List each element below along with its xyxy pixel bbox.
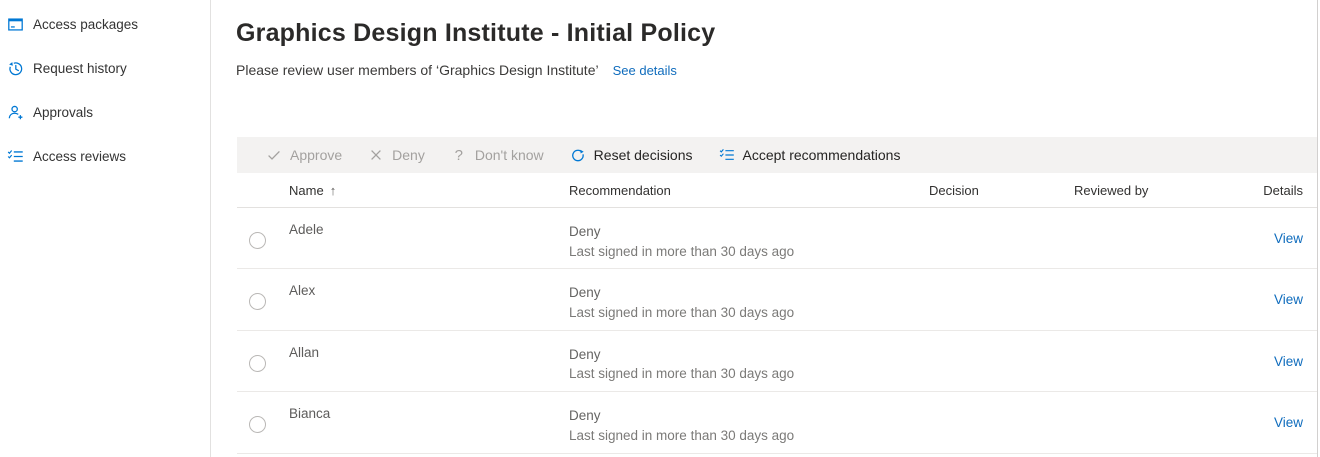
row-recommendation: Deny Last signed in more than 30 days ag…: [561, 392, 921, 452]
row-name: Bianca: [281, 392, 561, 452]
dont-know-label: Don't know: [475, 147, 544, 163]
view-details-link[interactable]: View: [1274, 415, 1303, 430]
deny-button: Deny: [355, 137, 438, 173]
request-history-icon: [7, 60, 24, 77]
table-row: Bianca Deny Last signed in more than 30 …: [237, 392, 1317, 453]
row-decision: [921, 392, 1066, 452]
table-row: Allan Deny Last signed in more than 30 d…: [237, 331, 1317, 392]
access-reviews-page: Access packages Request history Approv: [0, 0, 1320, 457]
table-row: Alex Deny Last signed in more than 30 da…: [237, 269, 1317, 330]
x-icon: [368, 147, 384, 163]
recommendation-value: Deny: [569, 345, 921, 365]
row-reviewed-by: [1066, 208, 1211, 268]
view-details-link[interactable]: View: [1274, 231, 1303, 246]
row-radio-button[interactable]: [249, 232, 266, 249]
recommendation-detail: Last signed in more than 30 days ago: [569, 426, 921, 446]
approvals-icon: [7, 104, 24, 121]
row-decision: [921, 208, 1066, 268]
sidebar-item-access-packages[interactable]: Access packages: [0, 2, 210, 46]
approve-button: Approve: [253, 137, 355, 173]
column-header-decision[interactable]: Decision: [921, 183, 1066, 198]
row-reviewed-by: [1066, 269, 1211, 329]
row-radio-button[interactable]: [249, 416, 266, 433]
row-recommendation: Deny Last signed in more than 30 days ag…: [561, 331, 921, 391]
sidebar-item-label: Access reviews: [33, 149, 126, 164]
question-icon: ?: [451, 147, 467, 164]
view-details-link[interactable]: View: [1274, 354, 1303, 369]
row-name: Alex: [281, 269, 561, 329]
see-details-link[interactable]: See details: [613, 63, 677, 78]
row-decision: [921, 269, 1066, 329]
row-reviewed-by: [1066, 331, 1211, 391]
view-details-link[interactable]: View: [1274, 292, 1303, 307]
checklist-icon: [719, 147, 735, 163]
row-radio-button[interactable]: [249, 293, 266, 310]
column-header-recommendation[interactable]: Recommendation: [561, 183, 921, 198]
row-name: Allan: [281, 331, 561, 391]
row-recommendation: Deny Last signed in more than 30 days ag…: [561, 208, 921, 268]
sidebar-item-request-history[interactable]: Request history: [0, 46, 210, 90]
table-header: Name↑ Recommendation Decision Reviewed b…: [237, 173, 1317, 208]
recommendation-detail: Last signed in more than 30 days ago: [569, 364, 921, 384]
reset-decisions-label: Reset decisions: [594, 147, 693, 163]
sidebar-item-label: Access packages: [33, 17, 138, 32]
reset-decisions-button[interactable]: Reset decisions: [557, 137, 706, 173]
accept-recommendations-label: Accept recommendations: [743, 147, 901, 163]
check-icon: [266, 147, 282, 163]
access-packages-icon: [7, 16, 24, 33]
deny-label: Deny: [392, 147, 425, 163]
row-radio-button[interactable]: [249, 355, 266, 372]
subtitle-text: Please review user members of ‘Graphics …: [236, 62, 599, 78]
column-header-reviewed-by[interactable]: Reviewed by: [1066, 183, 1211, 198]
recommendation-detail: Last signed in more than 30 days ago: [569, 303, 921, 323]
recommendation-detail: Last signed in more than 30 days ago: [569, 242, 921, 262]
sort-ascending-icon: ↑: [330, 183, 337, 198]
refresh-icon: [570, 147, 586, 163]
sidebar-item-approvals[interactable]: Approvals: [0, 90, 210, 134]
row-reviewed-by: [1066, 392, 1211, 452]
recommendation-value: Deny: [569, 283, 921, 303]
row-name: Adele: [281, 208, 561, 268]
recommendation-value: Deny: [569, 222, 921, 242]
row-decision: [921, 331, 1066, 391]
approve-label: Approve: [290, 147, 342, 163]
sidebar-item-label: Approvals: [33, 105, 93, 120]
dont-know-button: ? Don't know: [438, 137, 557, 173]
recommendation-value: Deny: [569, 406, 921, 426]
sidebar-item-access-reviews[interactable]: Access reviews: [0, 134, 210, 178]
column-header-details: Details: [1211, 183, 1317, 198]
column-header-name[interactable]: Name↑: [281, 183, 561, 198]
table-body: Adele Deny Last signed in more than 30 d…: [237, 208, 1317, 454]
sidebar: Access packages Request history Approv: [0, 0, 211, 457]
accept-recommendations-button[interactable]: Accept recommendations: [706, 137, 914, 173]
toolbar: Approve Deny ? Don't know Reset decision…: [237, 137, 1317, 173]
access-reviews-icon: [7, 148, 24, 165]
page-subtitle: Please review user members of ‘Graphics …: [236, 62, 677, 78]
row-recommendation: Deny Last signed in more than 30 days ag…: [561, 269, 921, 329]
page-title: Graphics Design Institute - Initial Poli…: [236, 19, 715, 48]
table-row: Adele Deny Last signed in more than 30 d…: [237, 208, 1317, 269]
content-right-border: [1317, 0, 1318, 457]
sidebar-item-label: Request history: [33, 61, 127, 76]
